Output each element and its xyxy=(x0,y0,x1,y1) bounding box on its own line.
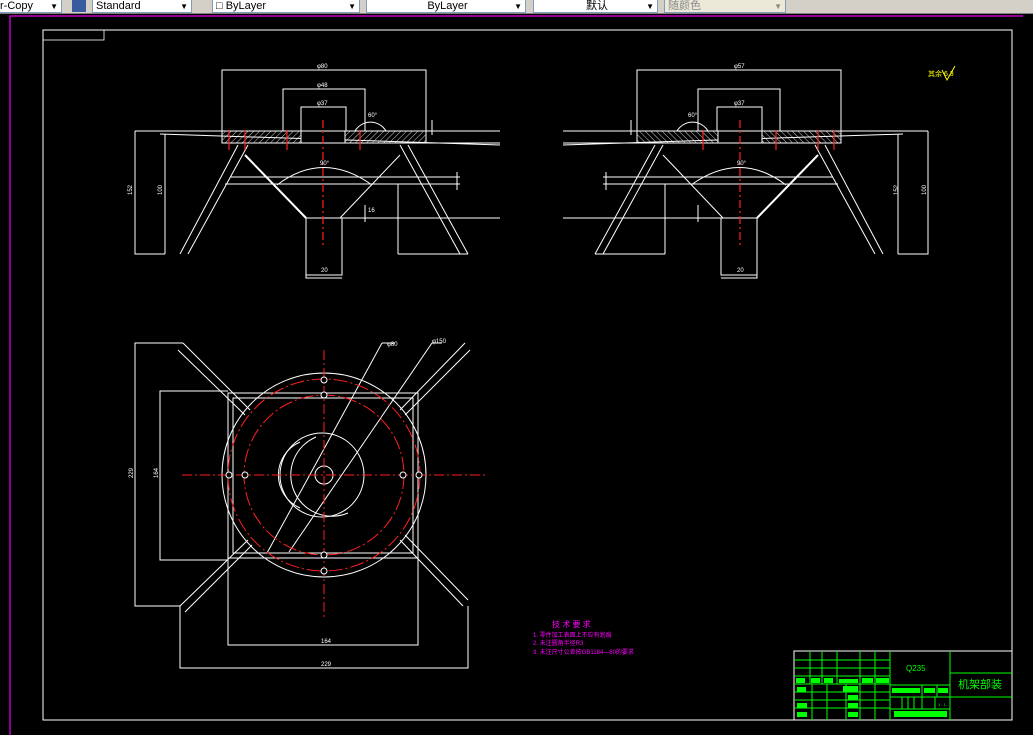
properties-toolbar: r-Copy ▼ Standard ▼ □ ByLayer ▼ ByLayer ▼ 默认… xyxy=(0,0,1033,14)
lineweight-dropdown[interactable]: 默认 ▼ xyxy=(533,0,658,13)
surface-finish-text: 其余 6.3 xyxy=(928,69,954,78)
part-name-text: 机架部装 xyxy=(958,677,1002,691)
dimension-label: φ80 xyxy=(387,342,398,348)
dimension-label: 100 xyxy=(158,184,164,195)
dimension-label: 100 xyxy=(922,184,928,195)
color-swatch-icon: □ xyxy=(216,0,226,12)
dim-style-value: Standard xyxy=(96,0,141,12)
tech-requirement-item: 1. 零件加工表面上不应有划痕 xyxy=(533,631,612,639)
dimension-label: 16 xyxy=(368,208,375,214)
drawing-canvas[interactable]: φ80 φ48 φ37 60° 90° 16 20 152 100 φ57 φ37 60° 90° 20 1… xyxy=(0,13,1033,735)
dim-style-icon[interactable] xyxy=(72,0,86,12)
material-text: Q235 xyxy=(906,664,926,673)
linetype-dropdown[interactable]: ByLayer ▼ xyxy=(366,0,526,13)
dimension-label: φ37 xyxy=(317,101,328,107)
dimension-label: 164 xyxy=(154,467,160,478)
chevron-down-icon: ▼ xyxy=(774,2,782,11)
tech-requirement-item: 2. 未注圆角半径R3 xyxy=(533,639,584,647)
dimension-label: 20 xyxy=(321,268,328,274)
chevron-down-icon: ▼ xyxy=(180,2,188,11)
lineweight-value: 默认 xyxy=(586,0,608,12)
dimension-label: 60° xyxy=(688,113,698,119)
dimension-label: 90° xyxy=(737,161,747,167)
dimension-label: φ57 xyxy=(734,64,745,70)
dimension-label: 90° xyxy=(320,161,330,167)
dimension-label: 152 xyxy=(128,184,134,195)
plot-style-dropdown: 随颜色 ▼ xyxy=(664,0,786,13)
dimension-label: φ150 xyxy=(432,339,447,345)
tech-requirements-title: 技 术 要 求 xyxy=(552,619,591,629)
scale-text: 1 : 1 xyxy=(938,702,947,707)
text-style-dropdown[interactable]: r-Copy ▼ xyxy=(0,0,62,13)
dimension-label: φ37 xyxy=(734,101,745,107)
chevron-down-icon: ▼ xyxy=(50,2,58,11)
dim-style-dropdown[interactable]: Standard ▼ xyxy=(92,0,192,13)
text-style-value: r-Copy xyxy=(0,0,34,12)
dimension-label: φ48 xyxy=(317,83,328,89)
dimension-label: 152 xyxy=(894,184,900,195)
chevron-down-icon: ▼ xyxy=(348,2,356,11)
plot-style-value: 随颜色 xyxy=(668,0,701,12)
chevron-down-icon: ▼ xyxy=(646,2,654,11)
layer-value: ByLayer xyxy=(225,0,267,12)
dimension-label: 229 xyxy=(129,467,135,478)
dimension-label: 164 xyxy=(321,639,332,645)
dimension-label: 20 xyxy=(737,268,744,274)
linetype-value: ByLayer xyxy=(427,0,468,12)
dimension-label: φ80 xyxy=(317,64,328,70)
layer-dropdown[interactable]: □ ByLayer ▼ xyxy=(212,0,360,13)
dimension-label: 229 xyxy=(321,662,332,668)
tech-requirement-item: 3. 未注尺寸公差按GB1184—80的要求 xyxy=(533,648,634,656)
chevron-down-icon: ▼ xyxy=(514,2,522,11)
dimension-label: 60° xyxy=(368,113,378,119)
